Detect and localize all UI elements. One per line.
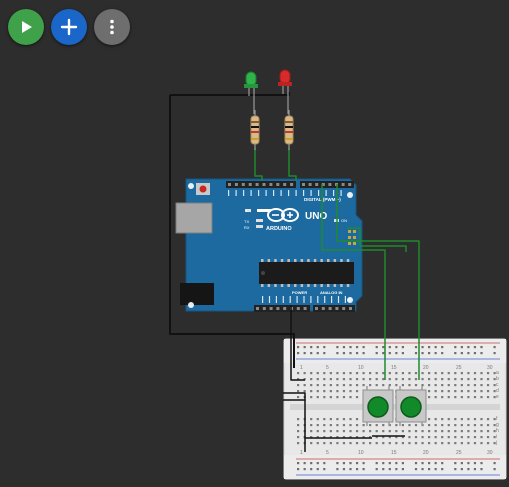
power-label: POWER (292, 290, 307, 295)
on-led-label: ON (341, 218, 347, 223)
bb-col-num-top: 1 (300, 365, 303, 371)
microcontroller-chip (259, 262, 354, 284)
breadboard[interactable]: 1 5 10 15 20 25 30 1 5 10 15 20 25 30 a … (283, 338, 507, 480)
analog-in-label: ANALOG IN (320, 290, 343, 295)
led-label-rx: RX (244, 225, 250, 230)
led-label-tx: TX (244, 219, 249, 224)
uno-label: UNO (305, 211, 327, 222)
bb-col-num-bottom: 20 (423, 450, 429, 456)
bb-col-num-bottom: 30 (487, 450, 493, 456)
bb-col-num-top: 25 (456, 365, 462, 371)
green-led[interactable] (244, 71, 258, 114)
ground-wire (255, 92, 290, 96)
bb-col-num-bottom: 10 (358, 450, 364, 456)
more-options-button[interactable] (94, 9, 130, 45)
bb-col-num-bottom: 5 (326, 450, 329, 456)
circuit-canvas[interactable]: 1 5 10 15 20 25 30 1 5 10 15 20 25 30 a … (0, 0, 509, 487)
power-jack (180, 283, 214, 305)
plus-icon (60, 18, 78, 36)
pushbutton-2[interactable] (395, 386, 427, 426)
resistor-green-led[interactable] (250, 110, 260, 150)
bb-col-num-top: 30 (487, 365, 493, 371)
reset-button-cap (199, 185, 207, 193)
arduino-brand-label: ARDUINO (266, 226, 292, 232)
bb-col-num-bottom: 15 (391, 450, 397, 456)
add-component-button[interactable] (51, 9, 87, 45)
bb-col-num-top: 5 (326, 365, 329, 371)
bb-row-letter: e (496, 394, 499, 400)
bb-row-letter: j (495, 440, 497, 446)
bb-col-num-bottom: 1 (300, 450, 303, 456)
resistor-red-led[interactable] (284, 110, 294, 150)
pushbutton-1[interactable] (362, 386, 394, 426)
bb-col-num-bottom: 25 (456, 450, 462, 456)
arduino-uno-board[interactable]: DIGITAL (PWM ~) L TX RX UNO ARDUINO ON P… (175, 178, 363, 312)
circuit-scene: 1 5 10 15 20 25 30 1 5 10 15 20 25 30 a … (169, 69, 507, 480)
bb-col-num-top: 10 (358, 365, 364, 371)
led-green-wire (254, 148, 263, 181)
power-analog-header-pins (256, 307, 352, 310)
more-vertical-icon (110, 19, 114, 35)
bb-col-num-top: 20 (423, 365, 429, 371)
bb-col-num-top: 15 (391, 365, 397, 371)
play-icon (22, 21, 32, 33)
led-red-wire (288, 148, 297, 181)
usb-port (175, 202, 213, 234)
start-simulation-button[interactable] (8, 9, 44, 45)
